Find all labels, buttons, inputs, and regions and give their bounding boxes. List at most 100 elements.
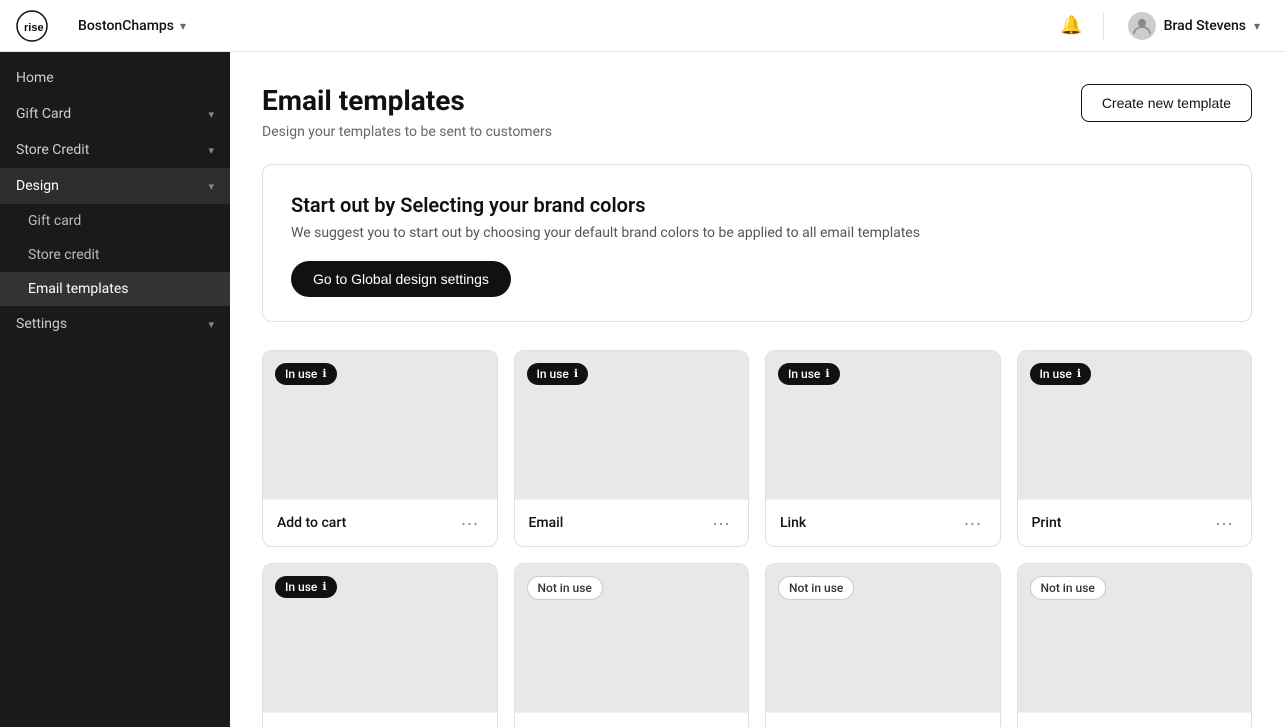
logo-area: rise bbox=[16, 10, 48, 42]
template-badge-in-use-5: In use ℹ bbox=[275, 576, 337, 598]
template-more-button-print[interactable]: ··· bbox=[1211, 512, 1237, 534]
template-card-print[interactable]: In use ℹ Print ··· bbox=[1017, 350, 1253, 547]
brand-selector[interactable]: BostonChamps ▾ bbox=[68, 12, 196, 40]
main-layout: Home Gift Card ▾ Store Credit ▾ Design ▾… bbox=[0, 52, 1284, 727]
topbar-divider bbox=[1103, 12, 1104, 40]
badge-label-8: Not in use bbox=[1041, 581, 1095, 595]
template-name-add-to-cart: Add to cart bbox=[277, 515, 346, 531]
template-card-5[interactable]: In use ℹ ··· bbox=[262, 563, 498, 727]
brand-banner: Start out by Selecting your brand colors… bbox=[262, 164, 1252, 322]
design-chevron-icon: ▾ bbox=[208, 180, 214, 193]
template-footer-add-to-cart: Add to cart ··· bbox=[263, 499, 497, 546]
template-footer-5: ··· bbox=[263, 712, 497, 727]
template-preview-link: In use ℹ bbox=[766, 351, 1000, 499]
template-preview-print: In use ℹ bbox=[1018, 351, 1252, 499]
template-preview-6: Not in use bbox=[515, 564, 749, 712]
sidebar-sub-store-credit-label: Store credit bbox=[28, 247, 100, 263]
template-badge-in-use-link: In use ℹ bbox=[778, 363, 840, 385]
info-icon-print: ℹ bbox=[1077, 367, 1081, 380]
sidebar-design-label: Design bbox=[16, 178, 59, 194]
template-badge-in-use: In use ℹ bbox=[275, 363, 337, 385]
badge-label-print: In use bbox=[1040, 367, 1072, 381]
sidebar-item-gift-card[interactable]: Gift Card ▾ bbox=[0, 96, 230, 132]
badge-label-link: In use bbox=[788, 367, 820, 381]
avatar bbox=[1128, 12, 1156, 40]
page-header: Email templates Design your templates to… bbox=[262, 84, 1252, 140]
template-more-button-add-to-cart[interactable]: ··· bbox=[457, 512, 483, 534]
template-card-add-to-cart[interactable]: In use ℹ Add to cart ··· bbox=[262, 350, 498, 547]
settings-chevron-icon: ▾ bbox=[208, 318, 214, 331]
page-header-text: Email templates Design your templates to… bbox=[262, 84, 552, 140]
create-new-template-button[interactable]: Create new template bbox=[1081, 84, 1252, 122]
sidebar-settings-label: Settings bbox=[16, 316, 67, 332]
template-preview-email: In use ℹ bbox=[515, 351, 749, 499]
template-card-email[interactable]: In use ℹ Email ··· bbox=[514, 350, 750, 547]
sidebar-gift-card-label: Gift Card bbox=[16, 106, 71, 122]
template-more-button-email[interactable]: ··· bbox=[708, 512, 734, 534]
badge-label-7: Not in use bbox=[789, 581, 843, 595]
brand-banner-description: We suggest you to start out by choosing … bbox=[291, 225, 1223, 241]
template-preview-5: In use ℹ bbox=[263, 564, 497, 712]
template-name-link: Link bbox=[780, 515, 806, 531]
info-icon-link: ℹ bbox=[825, 367, 829, 380]
notification-button[interactable]: 🔔 bbox=[1056, 11, 1086, 40]
page-subtitle: Design your templates to be sent to cust… bbox=[262, 124, 552, 140]
template-card-7[interactable]: Not in use ··· bbox=[765, 563, 1001, 727]
badge-label-email: In use bbox=[537, 367, 569, 381]
template-name-print: Print bbox=[1032, 515, 1062, 531]
sidebar-item-store-credit[interactable]: Store Credit ▾ bbox=[0, 132, 230, 168]
template-preview-add-to-cart: In use ℹ bbox=[263, 351, 497, 499]
user-area[interactable]: Brad Stevens ▾ bbox=[1120, 8, 1268, 44]
brand-banner-title: Start out by Selecting your brand colors bbox=[291, 193, 1223, 217]
template-more-button-link[interactable]: ··· bbox=[960, 512, 986, 534]
template-footer-link: Link ··· bbox=[766, 499, 1000, 546]
template-card-link[interactable]: In use ℹ Link ··· bbox=[765, 350, 1001, 547]
topbar: rise BostonChamps ▾ 🔔 Brad Stevens ▾ bbox=[0, 0, 1284, 52]
sidebar-item-home[interactable]: Home bbox=[0, 60, 230, 96]
sidebar-sub-email-templates-label: Email templates bbox=[28, 281, 129, 297]
badge-label: In use bbox=[285, 367, 317, 381]
brand-chevron-icon: ▾ bbox=[180, 19, 186, 33]
rise-ai-logo: rise bbox=[16, 10, 48, 42]
sidebar-sub-store-credit[interactable]: Store credit bbox=[0, 238, 230, 272]
badge-label-5: In use bbox=[285, 580, 317, 594]
info-icon-email: ℹ bbox=[574, 367, 578, 380]
template-badge-not-in-use-6: Not in use bbox=[527, 576, 603, 600]
template-badge-in-use-email: In use ℹ bbox=[527, 363, 589, 385]
template-footer-email: Email ··· bbox=[515, 499, 749, 546]
sidebar-sub-gift-card[interactable]: Gift card bbox=[0, 204, 230, 238]
template-badge-in-use-print: In use ℹ bbox=[1030, 363, 1092, 385]
template-name-email: Email bbox=[529, 515, 564, 531]
template-preview-8: Not in use bbox=[1018, 564, 1252, 712]
topbar-right: 🔔 Brad Stevens ▾ bbox=[1056, 8, 1268, 44]
templates-grid: In use ℹ Add to cart ··· In use ℹ bbox=[262, 350, 1252, 727]
sidebar: Home Gift Card ▾ Store Credit ▾ Design ▾… bbox=[0, 52, 230, 727]
gift-card-chevron-icon: ▾ bbox=[208, 108, 214, 121]
template-footer-print: Print ··· bbox=[1018, 499, 1252, 546]
template-badge-not-in-use-7: Not in use bbox=[778, 576, 854, 600]
user-name: Brad Stevens bbox=[1164, 18, 1246, 34]
brand-name: BostonChamps bbox=[78, 18, 174, 34]
template-preview-7: Not in use bbox=[766, 564, 1000, 712]
template-footer-6: ··· bbox=[515, 712, 749, 727]
page-title: Email templates bbox=[262, 84, 552, 118]
badge-label-6: Not in use bbox=[538, 581, 592, 595]
template-badge-not-in-use-8: Not in use bbox=[1030, 576, 1106, 600]
sidebar-item-settings[interactable]: Settings ▾ bbox=[0, 306, 230, 342]
template-footer-7: ··· bbox=[766, 712, 1000, 727]
sidebar-sub-email-templates[interactable]: Email templates bbox=[0, 272, 230, 306]
sidebar-home-label: Home bbox=[16, 70, 54, 86]
template-footer-8: ··· bbox=[1018, 712, 1252, 727]
svg-text:rise: rise bbox=[24, 22, 44, 34]
sidebar-item-design[interactable]: Design ▾ bbox=[0, 168, 230, 204]
sidebar-store-credit-label: Store Credit bbox=[16, 142, 89, 158]
sidebar-sub-gift-card-label: Gift card bbox=[28, 213, 81, 229]
template-card-6[interactable]: Not in use ··· bbox=[514, 563, 750, 727]
store-credit-chevron-icon: ▾ bbox=[208, 144, 214, 157]
info-icon-5: ℹ bbox=[322, 580, 326, 593]
content-area: Email templates Design your templates to… bbox=[230, 52, 1284, 727]
template-card-8[interactable]: Not in use ··· bbox=[1017, 563, 1253, 727]
global-design-settings-button[interactable]: Go to Global design settings bbox=[291, 261, 511, 297]
user-chevron-icon: ▾ bbox=[1254, 19, 1260, 33]
info-icon: ℹ bbox=[322, 367, 326, 380]
